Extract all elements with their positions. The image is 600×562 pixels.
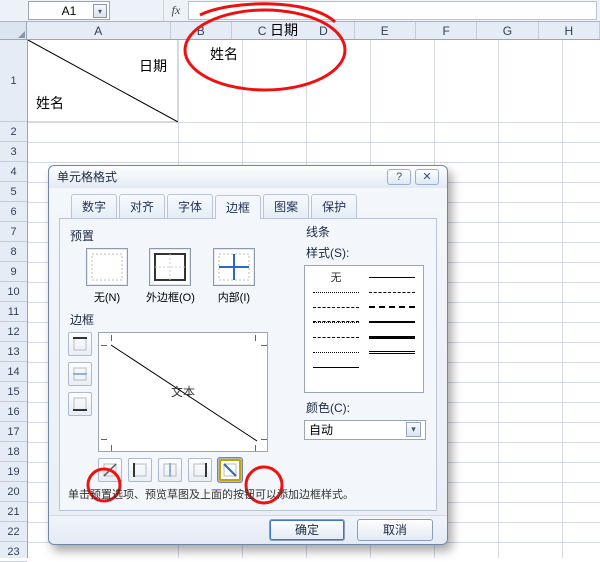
close-button[interactable]: ✕ [415, 169, 439, 185]
row-header[interactable]: 6 [0, 202, 27, 222]
select-all-corner[interactable] [0, 22, 27, 39]
line-style[interactable] [367, 330, 417, 345]
column-header-E[interactable]: E [355, 22, 416, 39]
row-header[interactable]: 15 [0, 382, 27, 402]
tab-strip: 数字 对齐 字体 边框 图案 保护 [59, 194, 437, 219]
border-hint-text: 单击预置选项、预览草图及上面的按钮可以添加边框样式。 [68, 488, 428, 503]
line-style[interactable] [311, 360, 361, 375]
row-header[interactable]: 23 [0, 542, 27, 562]
cancel-button[interactable]: 取消 [357, 519, 433, 541]
border-right-button[interactable] [188, 458, 212, 482]
tab-align[interactable]: 对齐 [119, 194, 165, 218]
line-style-list[interactable]: 无 [304, 265, 424, 393]
cell-A1-date-label: 日期 [139, 56, 167, 76]
formula-bar-gap [110, 0, 164, 21]
column-header-F[interactable]: F [416, 22, 477, 39]
tab-border[interactable]: 边框 [215, 195, 261, 219]
row-header[interactable]: 17 [0, 422, 27, 442]
border-vmiddle-button[interactable] [158, 458, 182, 482]
preview-text: 文本 [171, 383, 195, 400]
cell-A1-name-label: 姓名 [36, 93, 64, 113]
row-headers: 1 2 3 4 5 6 7 8 9 10 11 12 13 14 15 16 1… [0, 40, 28, 558]
dialog-footer: 确定 取消 [49, 515, 447, 544]
tab-font[interactable]: 字体 [167, 194, 213, 218]
line-style[interactable] [311, 300, 361, 315]
tab-number[interactable]: 数字 [71, 194, 117, 218]
column-header-D[interactable]: D [293, 22, 354, 39]
tab-pattern[interactable]: 图案 [263, 194, 309, 218]
row-header[interactable]: 18 [0, 442, 27, 462]
line-style[interactable] [367, 315, 417, 330]
line-style[interactable] [311, 285, 361, 300]
name-box-dropdown-icon[interactable]: ▾ [93, 4, 107, 18]
line-style[interactable] [367, 300, 417, 315]
row-header[interactable]: 2 [0, 122, 27, 142]
row-header[interactable]: 1 [0, 40, 27, 122]
row-header[interactable]: 11 [0, 302, 27, 322]
row-header[interactable]: 9 [0, 262, 27, 282]
border-pane: 预置 无(N) 外边框(O) 内部(I) 边框 [59, 219, 437, 511]
style-label: 样式(S): [306, 244, 426, 261]
row-header[interactable]: 8 [0, 242, 27, 262]
border-diag-down-button[interactable] [218, 458, 242, 482]
row-header[interactable]: 14 [0, 362, 27, 382]
row-header[interactable]: 3 [0, 142, 27, 162]
row-header[interactable]: 21 [0, 502, 27, 522]
line-style[interactable] [311, 330, 361, 345]
column-header-G[interactable]: G [477, 22, 538, 39]
help-button[interactable]: ? [387, 169, 411, 185]
border-bottom-button[interactable] [68, 392, 92, 416]
annotation-date-text: 日期 [270, 20, 298, 40]
column-header-A[interactable]: A [27, 22, 171, 39]
line-colour-value: 自动 [309, 421, 333, 438]
border-left-button[interactable] [128, 458, 152, 482]
tab-protect[interactable]: 保护 [311, 194, 357, 218]
border-diag-up-button[interactable] [98, 458, 122, 482]
name-box[interactable]: A1 ▾ [28, 1, 110, 20]
line-group-label: 线条 [306, 223, 426, 240]
line-style[interactable] [367, 345, 417, 360]
border-hmiddle-button[interactable] [68, 362, 92, 386]
line-colour-dropdown[interactable]: 自动 ▾ [304, 420, 426, 440]
name-box-value: A1 [62, 4, 77, 18]
row-header[interactable]: 12 [0, 322, 27, 342]
cell-A1[interactable]: 日期 姓名 [28, 40, 178, 122]
line-style-none[interactable]: 无 [311, 270, 361, 285]
preset-outline[interactable]: 外边框(O) [146, 248, 195, 305]
line-style[interactable] [311, 315, 361, 330]
fx-icon[interactable]: fx [164, 0, 188, 21]
row-header[interactable]: 19 [0, 462, 27, 482]
border-top-button[interactable] [68, 332, 92, 356]
line-style[interactable] [367, 270, 417, 285]
colour-label: 颜色(C): [306, 399, 426, 416]
line-style[interactable] [311, 345, 361, 360]
row-header[interactable]: 22 [0, 522, 27, 542]
row-header[interactable]: 4 [0, 162, 27, 182]
column-header-B[interactable]: B [171, 22, 232, 39]
column-header-H[interactable]: H [539, 22, 600, 39]
border-preview[interactable]: 文本 [98, 332, 268, 452]
row-header[interactable]: 13 [0, 342, 27, 362]
line-style[interactable] [367, 285, 417, 300]
formula-input[interactable] [188, 1, 597, 20]
row-header[interactable]: 5 [0, 182, 27, 202]
row-header[interactable]: 7 [0, 222, 27, 242]
format-cells-dialog: 单元格格式 ? ✕ 数字 对齐 字体 边框 图案 保护 预置 无(N) 外边框(… [48, 165, 448, 545]
dialog-title: 单元格格式 [57, 168, 117, 185]
annotation-name-text: 姓名 [210, 44, 238, 64]
dialog-titlebar[interactable]: 单元格格式 ? ✕ [49, 166, 447, 188]
column-headers: A B C D E F G H [0, 22, 600, 40]
formula-bar: A1 ▾ fx [0, 0, 600, 22]
row-header[interactable]: 16 [0, 402, 27, 422]
preset-inside[interactable]: 内部(I) [213, 248, 255, 305]
ok-button[interactable]: 确定 [269, 519, 345, 541]
preset-none[interactable]: 无(N) [86, 248, 128, 305]
row-header[interactable]: 20 [0, 482, 27, 502]
chevron-down-icon: ▾ [406, 422, 421, 437]
row-header[interactable]: 10 [0, 282, 27, 302]
